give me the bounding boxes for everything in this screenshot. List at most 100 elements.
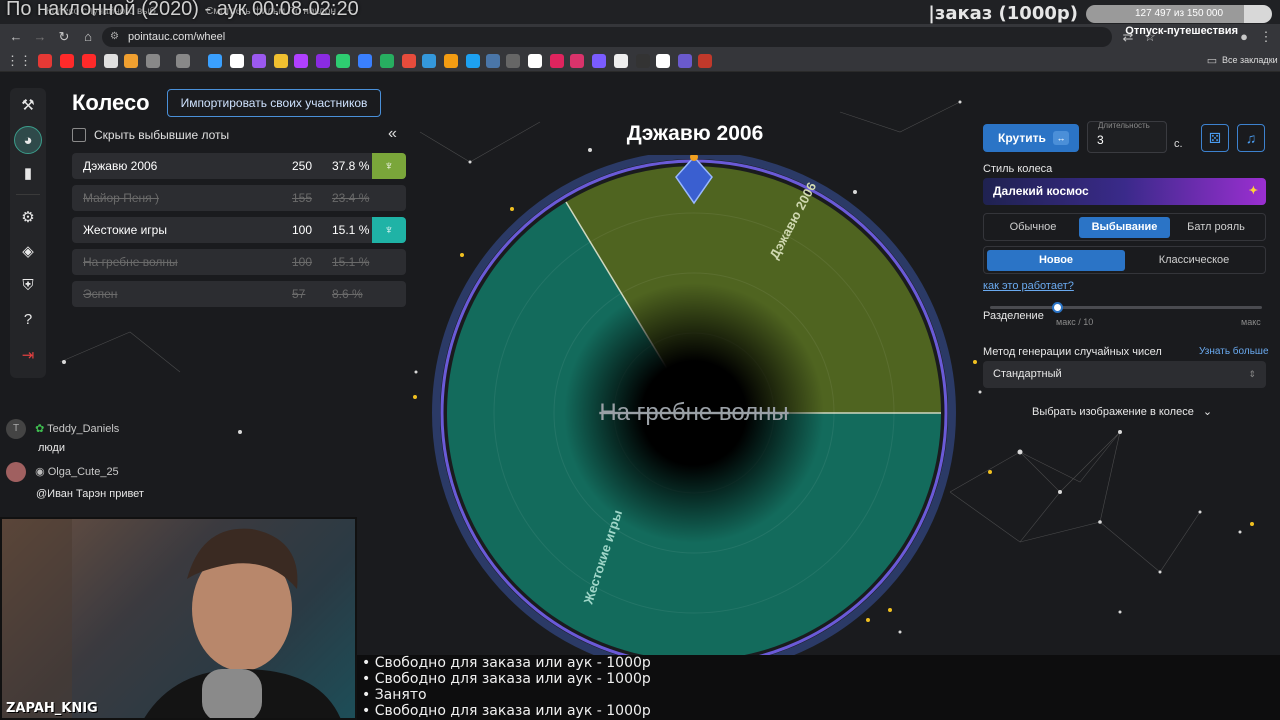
menu-icon[interactable]: ⋮ (1258, 29, 1274, 45)
back-icon[interactable]: ← (8, 29, 24, 45)
lot-row[interactable]: Жестокие игры 100 15.1 % ♆ (72, 217, 406, 243)
bar-chart-icon[interactable]: ▮ (14, 160, 42, 188)
lot-row[interactable]: Майор Пеня ) 155 23.4 % (72, 185, 406, 211)
seconds-label: с. (1174, 138, 1183, 150)
bookmark-icon[interactable] (592, 54, 606, 68)
bookmark-icon[interactable] (294, 54, 308, 68)
music-icon[interactable]: ♫ (1237, 124, 1265, 152)
choose-image-toggle[interactable]: Выбрать изображение в колесе ⌄ (1032, 405, 1212, 418)
wheel[interactable]: Дэжавю 2006 Жестокие игры На гребне волн… (432, 155, 956, 679)
forward-icon[interactable]: → (32, 29, 48, 45)
info-line: • Свободно для заказа или аук - 1000р (362, 671, 651, 687)
bookmark-icon[interactable] (60, 54, 74, 68)
bookmark-icon[interactable] (444, 54, 458, 68)
duration-label: Длительность (1098, 121, 1150, 130)
bookmark-icon[interactable] (380, 54, 394, 68)
lightbulb-icon[interactable]: ♆ (372, 153, 406, 179)
mode-battle-royale[interactable]: Батл рояль (1171, 217, 1261, 238)
chat-text: люди (38, 442, 65, 454)
bookmark-icon[interactable] (614, 54, 628, 68)
chat-username[interactable]: Teddy_Daniels (47, 423, 119, 435)
bookmark-icon[interactable] (358, 54, 372, 68)
mode-elimination[interactable]: Выбывание (1079, 217, 1170, 238)
bookmark-icon[interactable] (466, 54, 480, 68)
help-icon[interactable]: ? (14, 306, 42, 334)
dice-icon[interactable]: ⚄ (1201, 124, 1229, 152)
rng-select[interactable]: Стандартный ⇕ (983, 361, 1266, 388)
wheel-center-label: На гребне волны (599, 399, 788, 426)
apps-icon[interactable]: ⋮⋮ (6, 53, 32, 69)
split-slider-track[interactable] (990, 306, 1262, 309)
rng-more-link[interactable]: Узнать больше (1199, 346, 1269, 357)
bookmark-icon[interactable] (678, 54, 692, 68)
wheel-style-value: Далекий космос (993, 184, 1089, 198)
bookmark-icon[interactable] (402, 54, 416, 68)
url-field[interactable]: ⚙ pointauc.com/wheel (102, 27, 1112, 47)
bookmark-icon[interactable] (274, 54, 288, 68)
bookmark-icon[interactable] (636, 54, 650, 68)
bookmark-icon[interactable] (124, 54, 138, 68)
import-participants-button[interactable]: Импортировать своих участников (167, 89, 381, 117)
collapse-panel-icon[interactable]: « (388, 125, 397, 143)
bookmark-icon[interactable] (698, 54, 712, 68)
folder-icon[interactable]: ▭ (1204, 53, 1220, 69)
all-bookmarks[interactable]: Все закладки (1222, 55, 1278, 65)
bookmark-icon[interactable] (486, 54, 500, 68)
bookmark-icon[interactable] (528, 54, 542, 68)
spin-label: Крутить (998, 131, 1046, 145)
choose-image-label: Выбрать изображение в колесе (1032, 406, 1194, 418)
how-it-works-link[interactable]: как это работает? (983, 280, 1074, 292)
bookmark-icon[interactable] (38, 54, 52, 68)
chat-username[interactable]: Olga_Cute_25 (48, 466, 119, 478)
variant-classic[interactable]: Классическое (1126, 250, 1262, 271)
hide-eliminated-row[interactable]: Скрыть выбывшие лоты (72, 128, 229, 142)
mode-normal[interactable]: Обычное (988, 217, 1078, 238)
spin-button[interactable]: Крутить ↔ (983, 124, 1079, 152)
info-line: • Свободно для заказа или аук - 1000р (362, 655, 651, 671)
bookmark-icon[interactable] (316, 54, 330, 68)
wheel-style-select[interactable]: Далекий космос ✦ (983, 178, 1266, 205)
bookmark-icon[interactable] (422, 54, 436, 68)
spin-options-icon[interactable]: ↔ (1053, 131, 1069, 145)
lot-row[interactable]: На гребне волны 100 15.1 % (72, 249, 406, 275)
order-progress-bar: 127 497 из 150 000 (1086, 4, 1272, 23)
layers-icon[interactable]: ◈ (14, 238, 42, 266)
profile-icon[interactable]: ● (1236, 29, 1252, 45)
shield-icon[interactable]: ⛨ (14, 272, 42, 300)
lot-amount: 155 (292, 191, 313, 205)
bookmark-icon[interactable] (550, 54, 564, 68)
logout-icon[interactable]: ⇥ (14, 342, 42, 370)
bookmark-icon[interactable] (656, 54, 670, 68)
url-text: pointauc.com/wheel (128, 31, 226, 43)
duration-input[interactable] (1097, 132, 1157, 148)
bookmark-icon[interactable] (104, 54, 118, 68)
site-info-icon[interactable]: ⚙ (110, 27, 119, 47)
variant-toggle: Новое Классическое (983, 246, 1266, 274)
bookmark-icon[interactable] (176, 54, 190, 68)
gavel-icon[interactable]: ⚒ (14, 92, 42, 120)
bookmark-icon[interactable] (252, 54, 266, 68)
split-slider-handle[interactable] (1052, 302, 1063, 313)
variant-new[interactable]: Новое (987, 250, 1125, 271)
bookmark-icon[interactable] (146, 54, 160, 68)
bookmark-icon[interactable] (570, 54, 584, 68)
lot-row[interactable]: Дэжавю 2006 250 37.8 % ♆ (72, 153, 406, 179)
gear-icon[interactable]: ⚙ (14, 204, 42, 232)
split-max-label: макс (1241, 317, 1261, 327)
bookmark-icon[interactable] (82, 54, 96, 68)
reload-icon[interactable]: ↻ (56, 29, 72, 45)
home-icon[interactable]: ⌂ (80, 29, 96, 45)
bookmark-icon[interactable] (230, 54, 244, 68)
hide-eliminated-checkbox[interactable] (72, 128, 86, 142)
lightbulb-icon[interactable]: ♆ (372, 217, 406, 243)
duration-field[interactable]: Длительность (1087, 121, 1167, 153)
lot-amount: 100 (292, 255, 313, 269)
bookmark-icon[interactable] (208, 54, 222, 68)
bookmark-icon[interactable] (506, 54, 520, 68)
webcam-feed: ZAPAH_KNIG (0, 517, 357, 720)
order-label: |заказ (1000р) (928, 3, 1078, 24)
lot-row[interactable]: Эспен 57 8.6 % (72, 281, 406, 307)
bookmark-icon[interactable] (336, 54, 350, 68)
chat-text: @Иван Тарэн привет (36, 488, 144, 500)
wheel-icon[interactable]: ◕ (14, 126, 42, 154)
